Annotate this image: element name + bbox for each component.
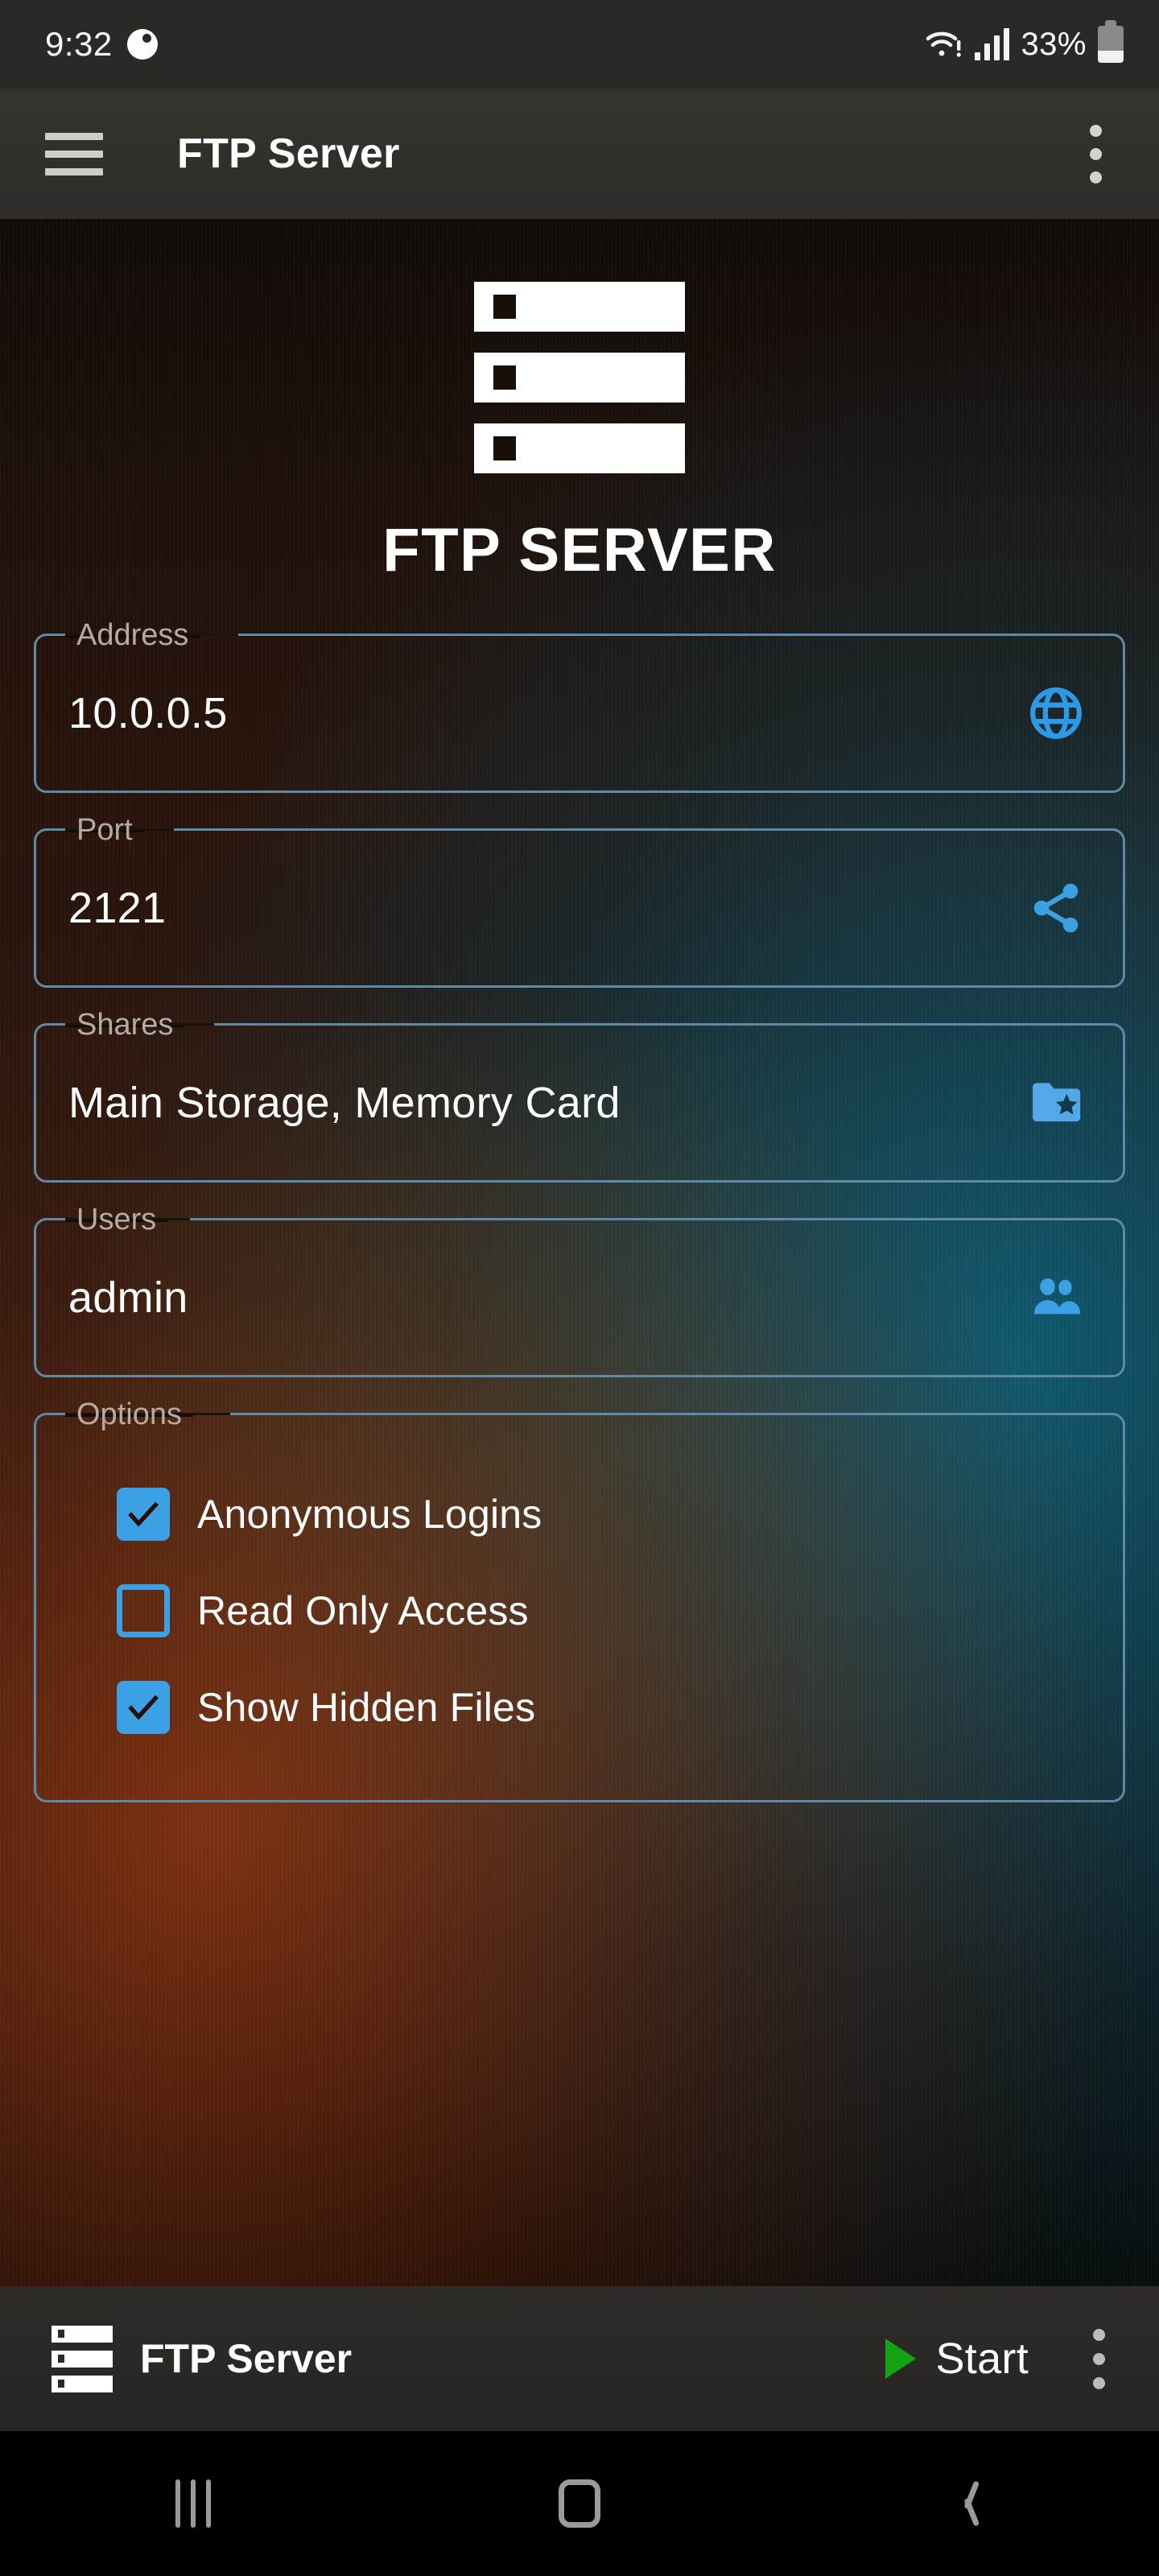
people-icon[interactable] [1021, 1263, 1091, 1332]
play-icon[interactable] [885, 2339, 917, 2379]
options-group-label: Options [65, 1394, 193, 1435]
battery-percent-label: 33% [1021, 26, 1087, 62]
option-label: Show Hidden Files [197, 1685, 536, 1730]
folder-star-icon[interactable] [1021, 1068, 1091, 1137]
globe-icon[interactable] [1021, 679, 1091, 748]
wifi-warning-icon [925, 28, 963, 60]
port-field[interactable]: Port 2121 [34, 813, 1125, 988]
address-field[interactable]: Address 10.0.0.5 [34, 618, 1125, 793]
overflow-menu-icon[interactable] [1067, 118, 1124, 189]
start-button-label[interactable]: Start [935, 2334, 1029, 2384]
share-icon[interactable] [1021, 873, 1091, 943]
port-field-label: Port [65, 810, 144, 850]
status-bar-right: 33% [925, 20, 1124, 63]
phone-screen: 9:32 33% FTP Server FTP SERVER Address 1… [0, 0, 1159, 2576]
recents-icon [175, 2479, 211, 2528]
option-label: Anonymous Logins [197, 1492, 542, 1537]
back-button[interactable] [773, 2431, 1159, 2576]
hero-section: FTP SERVER [0, 219, 1159, 585]
app-bar-title: FTP Server [177, 130, 400, 177]
bottom-bar-title: FTP Server [140, 2336, 353, 2381]
settings-form: Address 10.0.0.5 Port 2121 Shares Main S… [0, 585, 1159, 1802]
alarm-clock-icon [126, 29, 158, 60]
bottom-bar-left: FTP Server [52, 2325, 353, 2392]
hamburger-menu-icon[interactable] [45, 131, 103, 176]
option-show-hidden-files[interactable]: Show Hidden Files [68, 1676, 1091, 1739]
users-field-label: Users [65, 1199, 168, 1240]
server-rack-icon [474, 282, 685, 473]
overflow-menu-icon[interactable] [1070, 2320, 1127, 2397]
option-read-only-access[interactable]: Read Only Access [68, 1579, 1091, 1642]
bottom-action-bar: FTP Server Start [0, 2286, 1159, 2431]
status-clock: 9:32 [45, 25, 113, 63]
status-bar: 9:32 33% [0, 0, 1159, 89]
recents-button[interactable] [0, 2431, 386, 2576]
checkbox-checked-icon[interactable] [117, 1488, 170, 1541]
home-icon [559, 2479, 600, 2528]
address-field-label: Address [65, 615, 200, 655]
battery-icon [1098, 20, 1124, 63]
checkbox-unchecked-icon[interactable] [117, 1584, 170, 1637]
status-bar-left: 9:32 [45, 25, 158, 64]
cellular-signal-icon [975, 28, 1010, 60]
home-button[interactable] [386, 2431, 773, 2576]
server-rack-icon [52, 2325, 113, 2392]
app-bar: FTP Server [0, 89, 1159, 219]
port-field-value: 2121 [68, 884, 167, 932]
bottom-bar-right: Start [885, 2320, 1127, 2397]
main-content: FTP SERVER Address 10.0.0.5 Port 2121 Sh… [0, 219, 1159, 2286]
shares-field-value: Main Storage, Memory Card [68, 1079, 621, 1127]
users-field[interactable]: Users admin [34, 1203, 1125, 1377]
android-nav-bar [0, 2431, 1159, 2576]
options-group: Options Anonymous Logins Read Only Acces… [34, 1397, 1125, 1802]
users-field-value: admin [68, 1274, 188, 1322]
checkbox-checked-icon[interactable] [117, 1681, 170, 1734]
brand-title: FTP SERVER [382, 516, 777, 584]
shares-field-label: Shares [65, 1005, 185, 1045]
back-icon [952, 2479, 980, 2528]
option-label: Read Only Access [197, 1588, 529, 1633]
shares-field[interactable]: Shares Main Storage, Memory Card [34, 1008, 1125, 1183]
address-field-value: 10.0.0.5 [68, 689, 228, 737]
option-anonymous-logins[interactable]: Anonymous Logins [68, 1483, 1091, 1546]
